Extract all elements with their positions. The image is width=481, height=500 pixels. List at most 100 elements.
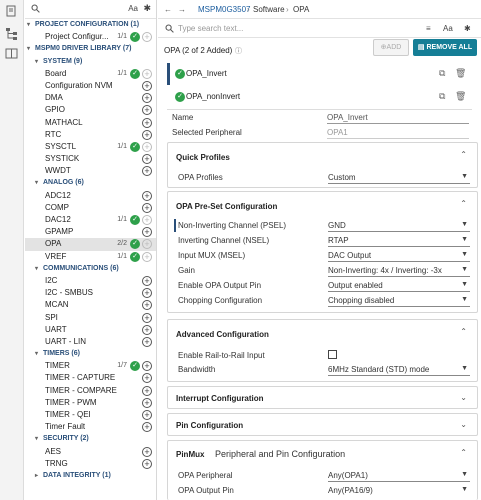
instance-row[interactable]: ✓ OPA_nonInvert ⧉ 🗑 — [167, 86, 472, 108]
tree-search-bar[interactable]: Aa ✱ — [25, 0, 156, 19]
dropdown-arrow-icon[interactable]: ▼ — [461, 365, 468, 372]
tree-item[interactable]: UART + — [25, 324, 156, 336]
preset-select[interactable]: Output enabled — [328, 281, 383, 290]
add-icon[interactable]: + — [142, 239, 152, 250]
pin-config-panel[interactable]: Pin Configuration ⌄ — [167, 413, 478, 436]
instance-row[interactable]: ✓ OPA_Invert ⧉ 🗑 — [167, 63, 472, 85]
tree-item[interactable]: I2C + — [25, 275, 156, 287]
trash-icon[interactable]: 🗑 — [455, 68, 466, 79]
match-case-toggle[interactable]: Aa — [128, 4, 138, 13]
add-icon[interactable]: + — [142, 373, 152, 384]
tree-item[interactable]: Board 1/1 ✓ + — [25, 68, 156, 80]
copy-icon[interactable]: ⧉ — [439, 68, 445, 79]
add-icon[interactable]: + — [142, 336, 152, 347]
add-icon[interactable]: + — [142, 251, 152, 262]
config-search-bar[interactable]: Type search text... ≡ Aa ✱ — [158, 19, 481, 38]
search-input[interactable]: Type search text... — [178, 24, 243, 33]
tree-item[interactable]: TIMER - CAPTURE + — [25, 372, 156, 384]
chevron-up-icon[interactable]: ⌃ — [460, 150, 467, 159]
preset-select[interactable]: Non-Inverting: 4x / Inverting: -3x — [328, 266, 442, 275]
add-icon[interactable]: + — [142, 166, 152, 177]
dropdown-arrow-icon[interactable]: ▼ — [461, 471, 468, 478]
interrupt-config-panel[interactable]: Interrupt Configuration ⌄ — [167, 386, 478, 409]
preset-select[interactable]: Chopping disabled — [328, 296, 394, 305]
add-icon[interactable]: + — [142, 422, 152, 433]
tree-item[interactable]: COMP + — [25, 202, 156, 214]
tree-item[interactable]: SYSCTL 1/1 ✓ + — [25, 141, 156, 153]
tree-item[interactable]: VREF 1/1 ✓ + — [25, 251, 156, 263]
chevron-down-icon[interactable]: ⌄ — [460, 420, 467, 429]
dropdown-arrow-icon[interactable]: ▼ — [461, 296, 468, 303]
add-icon[interactable]: + — [142, 410, 152, 420]
tree-section[interactable]: ▾ SYSTEM (9) — [25, 56, 156, 68]
add-icon[interactable]: + — [142, 288, 152, 299]
add-icon[interactable]: + — [142, 154, 152, 165]
preset-select[interactable]: GND — [328, 221, 346, 230]
add-icon[interactable]: + — [142, 300, 152, 311]
chevron-down-icon[interactable]: ▾ — [27, 43, 30, 55]
breadcrumb-category[interactable]: Software — [253, 5, 285, 14]
tree-item[interactable]: SYSTICK + — [25, 153, 156, 165]
profiles-select[interactable]: Custom — [328, 173, 356, 182]
add-icon[interactable]: + — [142, 117, 152, 128]
tree-section[interactable]: ▸ DATA INTEGRITY (1) — [25, 470, 156, 482]
dropdown-arrow-icon[interactable]: ▼ — [461, 221, 468, 228]
tree-item[interactable]: MATHACL + — [25, 117, 156, 129]
breadcrumb-device[interactable]: MSPM0G3507 — [198, 5, 250, 14]
tree-item[interactable]: AES + — [25, 446, 156, 458]
tree-section[interactable]: ▾ PROJECT CONFIGURATION (1) — [25, 19, 156, 31]
bandwidth-select[interactable]: 6MHz Standard (STD) mode — [328, 365, 429, 374]
tree-item[interactable]: Configuration NVM + — [25, 80, 156, 92]
tree-item[interactable]: TIMER - QEI + — [25, 409, 156, 421]
trash-icon[interactable]: 🗑 — [455, 91, 466, 102]
dropdown-arrow-icon[interactable]: ▼ — [461, 251, 468, 258]
dropdown-arrow-icon[interactable]: ▼ — [461, 173, 468, 180]
hierarchy-icon[interactable] — [4, 27, 19, 42]
tree-item[interactable]: TIMER 1/7 ✓ + — [25, 360, 156, 372]
add-icon[interactable]: + — [142, 105, 152, 116]
tree-section[interactable]: ▾ SECURITY (2) — [25, 433, 156, 445]
chevron-up-icon[interactable]: ⌃ — [460, 199, 467, 208]
chevron-right-icon[interactable]: ▸ — [35, 470, 38, 482]
chevron-up-icon[interactable]: ⌃ — [460, 327, 467, 336]
add-icon[interactable]: + — [142, 275, 152, 286]
forward-arrow-icon[interactable]: → — [178, 5, 186, 14]
tree-item[interactable]: GPIO + — [25, 104, 156, 116]
add-icon[interactable]: + — [142, 397, 152, 408]
tree-item[interactable]: I2C - SMBUS + — [25, 287, 156, 299]
add-icon[interactable]: + — [142, 215, 152, 225]
add-icon[interactable]: + — [142, 446, 152, 457]
add-icon[interactable]: + — [142, 324, 152, 335]
tree-item[interactable]: OPA 2/2 ✓ + — [25, 238, 156, 251]
tree-section[interactable]: ▾ COMMUNICATIONS (6) — [25, 263, 156, 275]
tree-item[interactable]: ADC12 + — [25, 190, 156, 202]
tree-item[interactable]: WWDT + — [25, 165, 156, 177]
add-icon[interactable]: + — [142, 80, 152, 91]
preset-select[interactable]: DAC Output — [328, 251, 371, 260]
add-icon[interactable]: + — [142, 68, 152, 79]
chevron-down-icon[interactable]: ⌄ — [460, 393, 467, 402]
chevron-down-icon[interactable]: ▾ — [35, 177, 38, 189]
name-input[interactable]: OPA_Invert — [327, 113, 368, 122]
add-icon[interactable]: + — [142, 129, 152, 140]
tree-item[interactable]: GPAMP + — [25, 226, 156, 238]
tree-item[interactable]: SPI + — [25, 312, 156, 324]
chevron-down-icon[interactable]: ▾ — [35, 56, 38, 68]
add-icon[interactable]: + — [142, 202, 152, 213]
chevron-down-icon[interactable]: ▾ — [35, 348, 38, 360]
add-icon[interactable]: + — [142, 141, 152, 152]
tree-section[interactable]: ▾ ANALOG (6) — [25, 177, 156, 189]
tree-item[interactable]: DMA + — [25, 92, 156, 104]
dropdown-arrow-icon[interactable]: ▼ — [461, 236, 468, 243]
book-icon[interactable] — [4, 47, 19, 62]
chevron-down-icon[interactable]: ▾ — [35, 263, 38, 275]
tree-item[interactable]: DAC12 1/1 ✓ + — [25, 214, 156, 226]
dropdown-arrow-icon[interactable]: ▼ — [461, 486, 468, 493]
pin-icon[interactable]: ✱ — [464, 24, 471, 33]
chevron-down-icon[interactable]: ▾ — [35, 433, 38, 445]
tree-section[interactable]: ▾ TIMERS (6) — [25, 348, 156, 360]
back-arrow-icon[interactable]: ← — [164, 5, 172, 14]
add-icon[interactable]: + — [142, 190, 152, 201]
preset-select[interactable]: RTAP — [328, 236, 349, 245]
add-icon[interactable]: + — [142, 385, 152, 396]
